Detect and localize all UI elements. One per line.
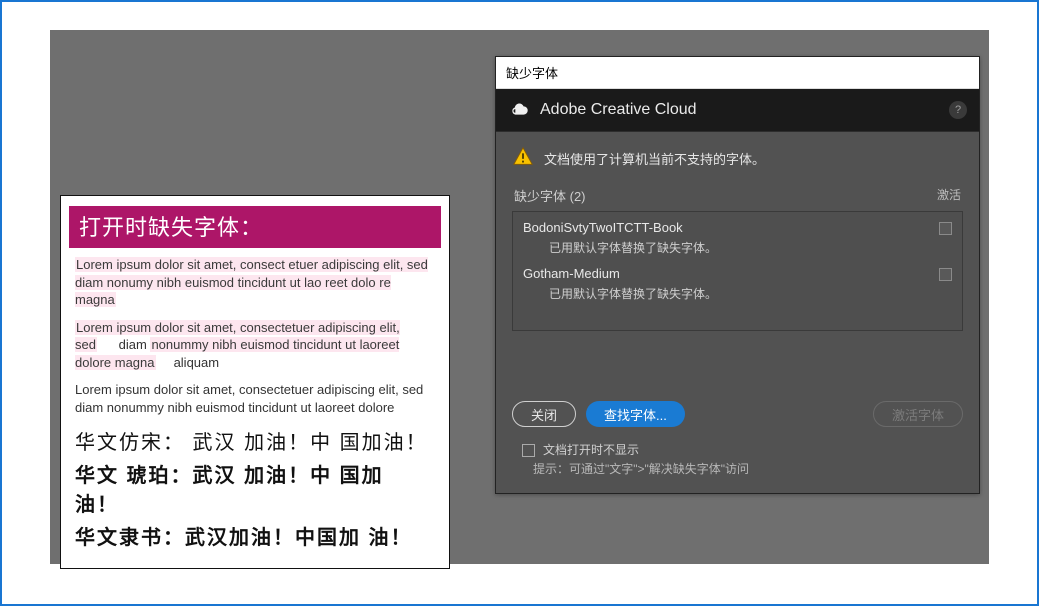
missing-fonts-dialog: 缺少字体 Adobe Creative Cloud ? 文档使用了计算机当前不支… [495,56,980,494]
dialog-footer: 文档打开时不显示 提示：可通过"文字">"解决缺失字体"访问 [512,441,963,477]
brand-text: Adobe Creative Cloud [540,101,697,119]
missing-count-label: 缺少字体 (2) [514,186,586,205]
font-status: 已用默认字体替换了缺失字体。 [549,285,929,302]
cjk-line-2: 华文 琥珀：武汉 加油！中 国加 油！ [75,459,435,517]
paragraph-2: Lorem ipsum dolor sit amet, consectetuer… [75,319,435,372]
dont-show-label: 文档打开时不显示 [543,441,639,458]
activate-header: 激活 [937,186,961,205]
cjk-line-1: 华文仿宋： 武汉 加油！中 国加油！ [75,426,435,455]
activate-fonts-button: 激活字体 [873,401,963,427]
creative-cloud-icon [508,99,530,121]
paragraph-1: Lorem ipsum dolor sit amet, consect etue… [75,256,435,309]
dialog-brand-bar: Adobe Creative Cloud ? [496,89,979,131]
warning-row: 文档使用了计算机当前不支持的字体。 [512,146,963,168]
dialog-title: 缺少字体 [496,57,979,89]
activate-checkbox[interactable] [939,222,952,235]
font-name: Gotham-Medium [523,266,929,281]
close-button[interactable]: 关闭 [512,401,576,427]
font-list-header: 缺少字体 (2) 激活 [512,186,963,205]
font-status: 已用默认字体替换了缺失字体。 [549,239,929,256]
dont-show-checkbox[interactable] [522,444,535,457]
help-icon[interactable]: ? [949,101,967,119]
document-preview: 打开时缺失字体： Lorem ipsum dolor sit amet, con… [60,195,450,569]
font-name: BodoniSvtyTwoITCTT-Book [523,220,929,235]
dialog-buttons: 关闭 查找字体... 激活字体 [512,401,963,427]
activate-checkbox[interactable] [939,268,952,281]
font-list: BodoniSvtyTwoITCTT-Book 已用默认字体替换了缺失字体。 G… [512,211,963,331]
font-row: Gotham-Medium 已用默认字体替换了缺失字体。 [523,266,952,302]
find-fonts-button[interactable]: 查找字体... [586,401,685,427]
workspace-canvas: 打开时缺失字体： Lorem ipsum dolor sit amet, con… [50,30,989,564]
paragraph-3: Lorem ipsum dolor sit amet, consectetuer… [75,381,435,416]
font-row: BodoniSvtyTwoITCTT-Book 已用默认字体替换了缺失字体。 [523,220,952,256]
warning-icon [512,146,534,168]
dialog-body: 文档使用了计算机当前不支持的字体。 缺少字体 (2) 激活 BodoniSvty… [496,131,979,493]
document-heading: 打开时缺失字体： [69,206,441,248]
warning-text: 文档使用了计算机当前不支持的字体。 [544,146,765,168]
footer-hint: 提示：可通过"文字">"解决缺失字体"访问 [533,460,963,477]
cjk-line-3: 华文隶书：武汉加油！中国加 油！ [75,521,435,550]
